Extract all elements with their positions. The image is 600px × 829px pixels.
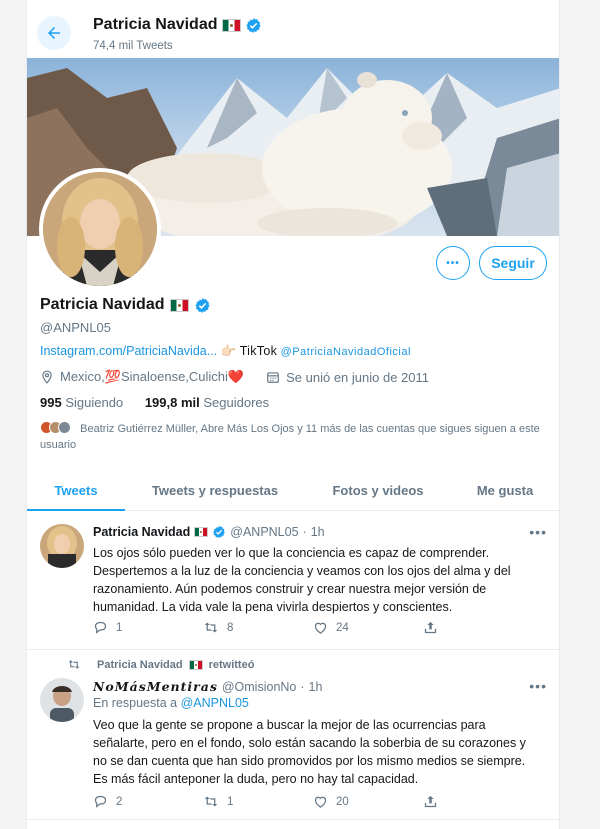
tweet-author-name[interactable]: 𝑵𝒐𝑴á𝒔𝑴𝒆𝒏𝒕𝒊𝒓𝒂𝒔: [93, 679, 218, 694]
following-link[interactable]: 995 Siguiendo: [40, 395, 123, 410]
retweet-button[interactable]: 1: [203, 794, 313, 809]
tweet[interactable]: Patricia Navidad retwitteó 𝑵𝒐𝑴á𝒔𝑴𝒆𝒏𝒕𝒊𝒓𝒂𝒔…: [27, 650, 559, 820]
mexico-flag-icon: [221, 18, 241, 32]
tweet-actions: 1 8 24: [93, 620, 533, 635]
like-count: 20: [336, 795, 349, 808]
arrow-left-icon: [48, 27, 60, 39]
share-icon: [424, 795, 437, 808]
retweet-icon: [204, 622, 218, 633]
follow-stats: 995 Siguiendo 199,8 mil Seguidores: [40, 395, 269, 410]
avatar-image: [43, 172, 157, 286]
profile-name: Patricia Navidad: [40, 296, 211, 314]
verified-badge-icon: [194, 297, 211, 314]
tab-tweets[interactable]: Tweets: [27, 471, 125, 511]
profile-meta: Mexico,💯Sinaloense,Culichi❤️ Se unió en …: [40, 369, 429, 385]
tweet-text: Veo que la gente se propone a buscar la …: [93, 718, 526, 786]
share-button[interactable]: [423, 620, 533, 635]
retweeted-label: retwitteó: [208, 658, 255, 671]
more-dots-icon: •••: [446, 257, 460, 269]
profile-tabs: Tweets Tweets y respuestas Fotos y video…: [27, 471, 559, 511]
like-count: 24: [336, 621, 349, 634]
reply-button[interactable]: 2: [93, 794, 203, 809]
followers-count: 199,8 mil: [144, 395, 200, 410]
tweet-header: Patricia Navidad @ANPNL05 · 1h: [93, 525, 325, 539]
retweet-icon: [204, 796, 218, 807]
followers-label: Seguidores: [203, 395, 270, 410]
instagram-link[interactable]: Instagram.com/PatriciaNavida...: [40, 344, 217, 358]
retweet-button[interactable]: 8: [203, 620, 313, 635]
profile-name-text: Patricia Navidad: [40, 296, 165, 313]
profile-page: Patricia Navidad 74,4 mil Tweets ••• Seg…: [26, 0, 560, 829]
tweet-header: 𝑵𝒐𝑴á𝒔𝑴𝒆𝒏𝒕𝒊𝒓𝒂𝒔 @OmisionNo · 1h: [93, 679, 322, 694]
tweet-avatar-image: [40, 678, 84, 722]
joined-date: Se unió en junio de 2011: [286, 369, 430, 385]
follower-avatar: [58, 421, 71, 434]
reply-icon: [94, 795, 107, 808]
retweet-count: 1: [227, 795, 234, 808]
tweet-handle[interactable]: @OmisionNo: [222, 680, 297, 694]
retweet-icon: [68, 660, 80, 669]
header-name-text: Patricia Navidad: [93, 16, 218, 33]
reply-button[interactable]: 1: [93, 620, 203, 635]
profile-bio: Instagram.com/PatriciaNavida... 👉🏻 TikTo…: [40, 344, 411, 359]
tweet-time[interactable]: 1h: [309, 680, 323, 694]
following-count: 995: [40, 395, 62, 410]
more-options-button[interactable]: •••: [436, 246, 470, 280]
follow-button[interactable]: Seguir: [479, 246, 547, 280]
tweet-actions: 2 1 20: [93, 794, 533, 809]
tab-likes[interactable]: Me gusta: [451, 471, 559, 510]
calendar-icon: [267, 372, 279, 383]
like-button[interactable]: 24: [313, 620, 423, 635]
tab-tweets-replies[interactable]: Tweets y respuestas: [125, 471, 305, 510]
mexico-flag-icon: [169, 298, 189, 312]
heart-icon: [314, 796, 327, 808]
profile-avatar[interactable]: [39, 168, 161, 290]
share-icon: [424, 621, 437, 634]
reply-prefix: En respuesta a: [93, 696, 178, 710]
retweet-context: Patricia Navidad retwitteó: [67, 658, 254, 671]
retweeted-by-name[interactable]: Patricia Navidad: [97, 659, 183, 671]
reply-context: En respuesta a @ANPNL05: [93, 696, 249, 710]
reply-to-handle[interactable]: @ANPNL05: [181, 696, 249, 710]
tweet-avatar-image: [40, 524, 84, 568]
tweet[interactable]: Patricia Navidad @ANPNL05 · 1h ••• Los o…: [27, 512, 559, 650]
tab-media[interactable]: Fotos y videos: [305, 471, 451, 510]
tweet-more-button[interactable]: •••: [529, 678, 547, 694]
separator-dot: ·: [302, 525, 307, 539]
mexico-flag-icon: [188, 659, 203, 670]
tiktok-label: TikTok: [239, 344, 278, 358]
tiktok-handle-link[interactable]: @PatriciaNavidadOficial: [281, 346, 411, 358]
pointing-hand-icon: 👉🏻: [220, 344, 237, 358]
like-button[interactable]: 20: [313, 794, 423, 809]
verified-badge-icon: [245, 17, 262, 34]
back-button[interactable]: [37, 16, 71, 50]
top-bar: Patricia Navidad 74,4 mil Tweets: [27, 0, 559, 58]
followers-link[interactable]: 199,8 mil Seguidores: [145, 395, 269, 410]
profile-handle: @ANPNL05: [40, 320, 112, 335]
followed-by-text: Beatriz Gutiérrez Müller, Abre Más Los O…: [40, 423, 540, 451]
tweet-time[interactable]: 1h: [311, 525, 325, 539]
reply-count: 1: [116, 621, 123, 634]
reply-icon: [94, 621, 107, 634]
followed-by-summary[interactable]: Beatriz Gutiérrez Müller, Abre Más Los O…: [40, 421, 550, 453]
separator-dot: ·: [300, 679, 305, 694]
verified-badge-icon: [212, 525, 226, 539]
tweet-handle[interactable]: @ANPNL05: [230, 525, 298, 539]
tweet-author-name[interactable]: Patricia Navidad: [93, 525, 190, 539]
retweet-count: 8: [227, 621, 234, 634]
following-label: Siguiendo: [65, 395, 124, 410]
tweet-avatar[interactable]: [40, 524, 84, 568]
tweet-count: 74,4 mil Tweets: [93, 40, 173, 52]
reply-count: 2: [116, 795, 123, 808]
header-name: Patricia Navidad: [93, 16, 262, 34]
tweet-more-button[interactable]: •••: [529, 524, 547, 540]
heart-icon: [314, 622, 327, 634]
share-button[interactable]: [423, 794, 533, 809]
mexico-flag-icon: [194, 527, 209, 537]
tweet-text: Los ojos sólo pueden ver lo que la conci…: [93, 546, 511, 614]
location-pin-icon: [42, 370, 52, 384]
tweet-avatar[interactable]: [40, 678, 84, 722]
location-text: Mexico,💯Sinaloense,Culichi❤️: [60, 369, 245, 384]
